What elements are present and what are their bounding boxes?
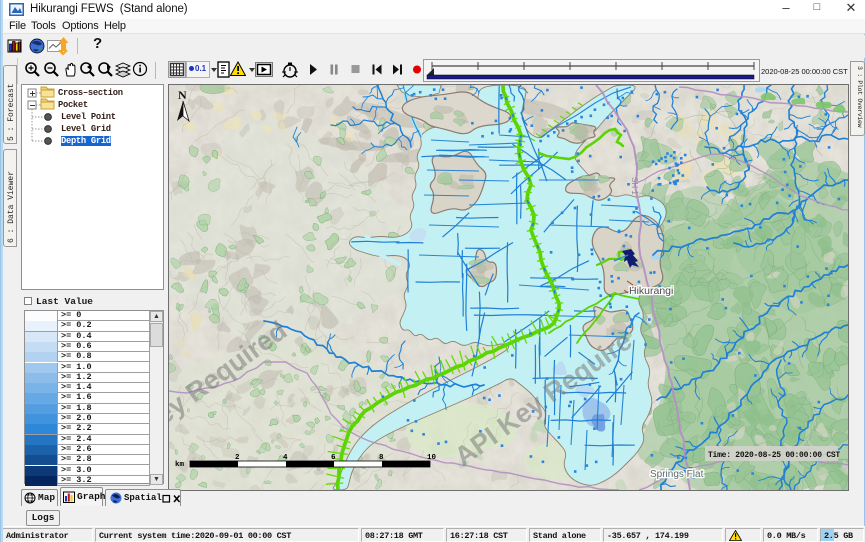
svg-text:km: km <box>175 461 185 469</box>
svg-text:Springs Flat: Springs Flat <box>650 469 704 480</box>
svg-text:Time: 2020-08-25 00:00:00 CST: Time: 2020-08-25 00:00:00 CST <box>708 451 840 460</box>
svg-text:4: 4 <box>283 454 288 462</box>
svg-text:8: 8 <box>379 454 384 462</box>
svg-text:Hikurangi: Hikurangi <box>629 285 673 297</box>
svg-text:SH 1: SH 1 <box>630 177 639 195</box>
svg-text:10: 10 <box>427 454 437 462</box>
svg-text:2: 2 <box>235 454 240 462</box>
svg-text:N: N <box>178 88 187 102</box>
svg-text:6: 6 <box>331 454 336 462</box>
